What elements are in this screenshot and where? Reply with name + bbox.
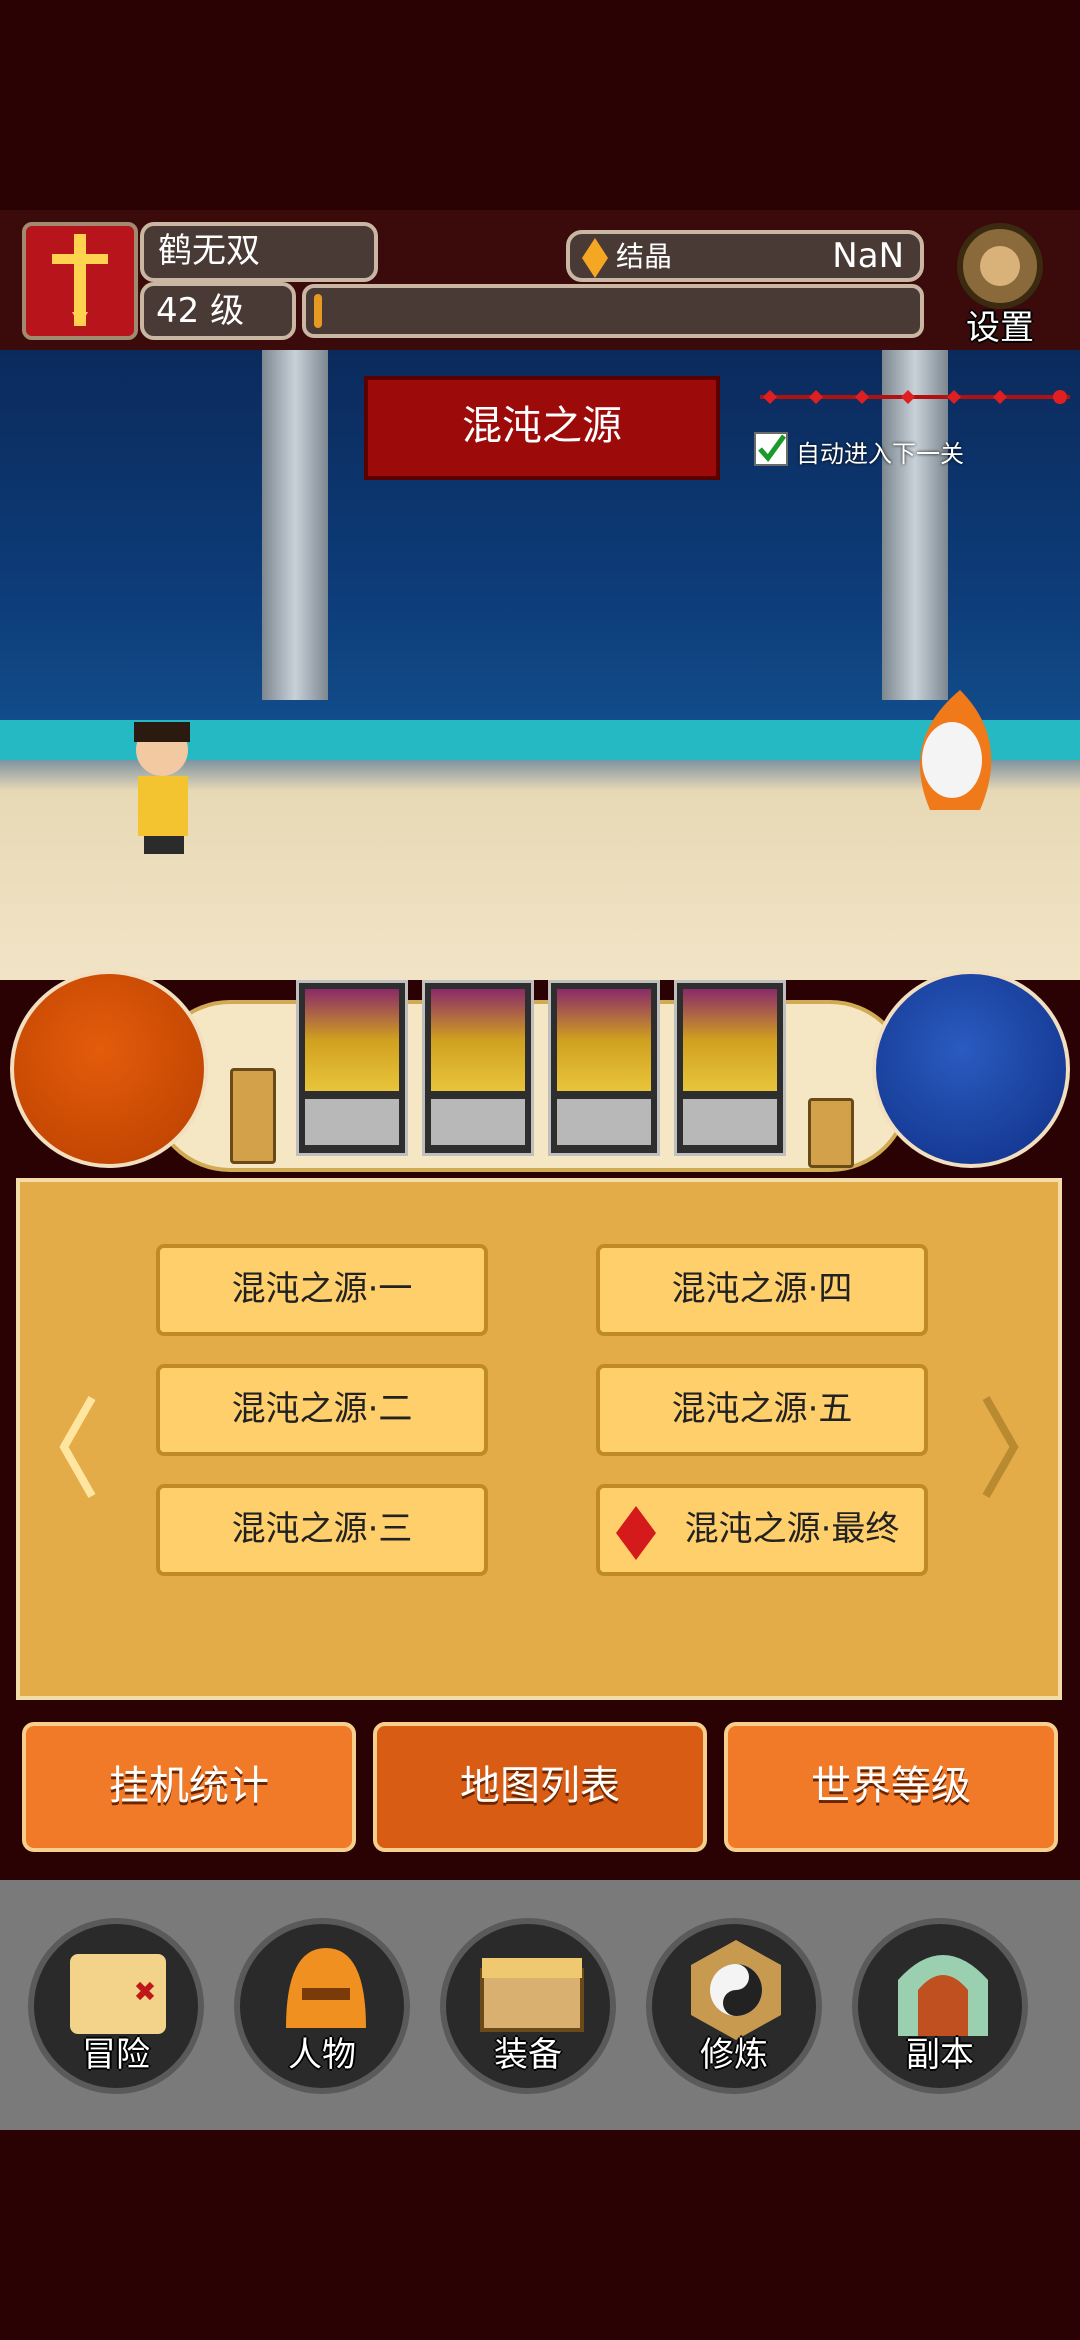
skill-card[interactable] (296, 980, 408, 1156)
hp-orb (10, 970, 208, 1168)
player-name: 鹤无双 (140, 222, 378, 282)
map-button-2[interactable]: 混沌之源·二 (156, 1364, 488, 1456)
card-deck-left[interactable] (230, 1068, 276, 1164)
chevron-right-icon (982, 1396, 1019, 1498)
map-list-button[interactable]: 地图列表 (373, 1722, 707, 1852)
prev-page-arrow[interactable] (58, 1392, 98, 1502)
nav-dungeon[interactable]: 副本 (852, 1918, 1028, 2094)
map-button-final-label: 混沌之源·最终 (684, 1509, 900, 1549)
map-button-1[interactable]: 混沌之源·一 (156, 1244, 488, 1336)
exp-bar (302, 284, 924, 338)
nav-character-label: 人物 (288, 2035, 356, 2075)
diamond-icon (616, 1506, 656, 1560)
player-level: 42 级 (140, 282, 296, 340)
nav-cultivate-label: 修炼 (700, 2035, 768, 2075)
exp-fill (314, 294, 322, 328)
cave-gate-icon (898, 1955, 988, 2036)
check-icon (758, 434, 787, 462)
mp-orb (872, 970, 1070, 1168)
settings-button[interactable]: 设置 (940, 222, 1060, 348)
idle-stats-button[interactable]: 挂机统计 (22, 1722, 356, 1852)
map-button-5[interactable]: 混沌之源·五 (596, 1364, 928, 1456)
hero-sprite (134, 722, 190, 854)
map-button-3[interactable]: 混沌之源·三 (156, 1484, 488, 1576)
skill-card[interactable] (548, 980, 660, 1156)
nav-adventure[interactable]: 冒险 (28, 1918, 204, 2094)
settings-label: 设置 (966, 308, 1034, 348)
sword-emblem-icon (52, 234, 108, 326)
nav-cultivate[interactable]: 修炼 (646, 1918, 822, 2094)
nav-character[interactable]: 人物 (234, 1918, 410, 2094)
next-page-arrow[interactable] (980, 1392, 1020, 1502)
nav-equipment[interactable]: 装备 (440, 1918, 616, 2094)
treasure-chest-icon (480, 1958, 584, 2032)
crystal-icon (582, 238, 608, 278)
world-level-button[interactable]: 世界等级 (724, 1722, 1058, 1852)
auto-next-label: 自动进入下一关 (796, 440, 964, 468)
map-button-final[interactable]: 混沌之源·最终 (596, 1484, 928, 1576)
card-deck-right[interactable] (808, 1098, 854, 1168)
stage-progress-track (760, 390, 1070, 404)
stage-title-banner: 混沌之源 (364, 376, 720, 480)
auto-next-checkbox[interactable] (754, 432, 788, 466)
yin-yang-icon (691, 1940, 781, 2040)
crystal-value: NaN (832, 236, 904, 276)
enemy-sprite (920, 690, 992, 810)
nav-dungeon-label: 副本 (906, 2035, 974, 2075)
pillar-left (262, 350, 328, 700)
skill-card[interactable] (422, 980, 534, 1156)
skill-card[interactable] (674, 980, 786, 1156)
crystal-label: 结晶 (616, 240, 673, 273)
map-button-4[interactable]: 混沌之源·四 (596, 1244, 928, 1336)
crystal-counter: 结晶 NaN (566, 230, 924, 282)
chevron-left-icon (59, 1396, 96, 1498)
nav-equipment-label: 装备 (494, 2035, 562, 2075)
player-avatar[interactable] (22, 222, 138, 340)
nav-adventure-label: 冒险 (82, 2035, 150, 2075)
